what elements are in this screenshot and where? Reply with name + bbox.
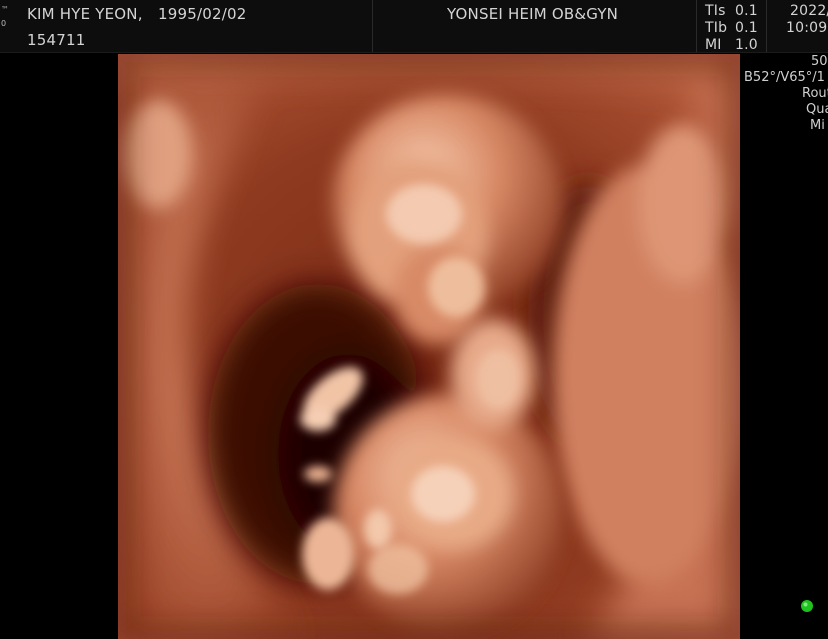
header-divider: [766, 0, 767, 52]
side-param-quality: Qua: [806, 102, 828, 117]
metric-label-tib: TIb: [705, 20, 728, 36]
side-param-depth: 50: [811, 54, 828, 69]
patient-header-bar: ™ 0 KIM HYE YEON, 1995/02/02 154711 YONS…: [0, 0, 828, 53]
side-param-route: Rout: [802, 86, 828, 101]
side-param-mode: Mi: [810, 118, 825, 133]
patient-id: 154711: [27, 31, 86, 49]
green-dot-icon: [801, 600, 813, 612]
metric-label-tis: TIs: [705, 3, 726, 19]
fetal-3d-render-image: [118, 54, 740, 639]
header-divider: [372, 0, 373, 52]
exam-date: 2022/: [790, 3, 828, 19]
institution-name: YONSEI HEIM OB&GYN: [447, 5, 619, 23]
corner-mark-bottom: 0: [1, 19, 7, 28]
metric-label-mi: MI: [705, 37, 722, 53]
patient-name: KIM HYE YEON,: [27, 5, 143, 23]
side-param-angles: B52°/V65°/1: [744, 70, 825, 85]
metric-value-tis: 0.1: [735, 3, 758, 19]
header-divider: [696, 0, 697, 52]
exam-time: 10:09:: [786, 20, 828, 36]
ultrasound-3d-viewport[interactable]: [118, 54, 740, 639]
metric-value-tib: 0.1: [735, 20, 758, 36]
metric-value-mi: 1.0: [735, 37, 758, 53]
patient-birth-date: 1995/02/02: [158, 5, 247, 23]
